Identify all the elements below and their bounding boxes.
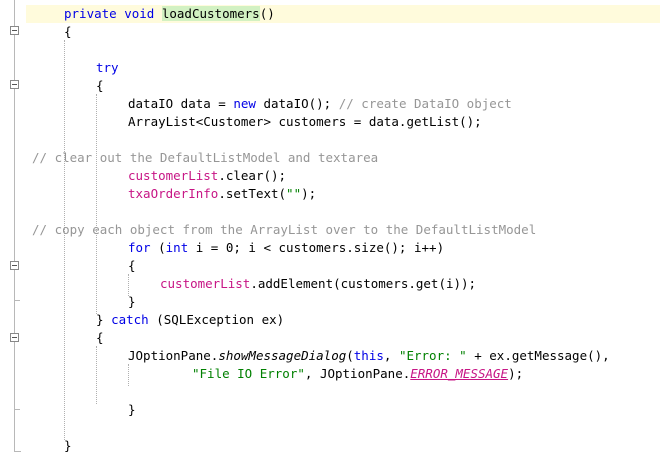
code-line[interactable]: try (96, 59, 119, 77)
code-token: { (128, 258, 136, 273)
code-token: { (64, 24, 72, 39)
code-token: { (96, 78, 104, 93)
code-token: int (165, 240, 189, 255)
code-line[interactable]: { (96, 77, 104, 95)
code-token: loadCustomers (161, 6, 260, 21)
code-token: .clear(); (218, 168, 287, 183)
code-token: () (259, 6, 275, 21)
code-line[interactable]: for (int i = 0; i < customers.size(); i+… (128, 239, 444, 257)
code-line[interactable]: // copy each object from the ArrayList o… (32, 221, 536, 239)
code-token: } (96, 312, 112, 327)
code-token: this (353, 348, 384, 363)
code-token: "" (286, 186, 302, 201)
code-line[interactable]: } catch (SQLException ex) (96, 311, 284, 329)
code-line[interactable]: { (64, 23, 72, 41)
code-token: showMessageDialog (218, 348, 347, 363)
code-line[interactable]: { (128, 257, 136, 275)
code-line[interactable]: ArrayList<Customer> customers = data.get… (128, 113, 482, 131)
code-token: i = 0; i < customers.size(); i++) (188, 240, 445, 255)
code-token: ( (150, 240, 166, 255)
indent-guide (96, 94, 97, 314)
code-line[interactable]: } (128, 401, 136, 419)
code-token: } (128, 294, 136, 309)
indent-guide (96, 346, 97, 404)
code-line[interactable]: private void loadCustomers() (64, 5, 275, 23)
code-token: ); (301, 186, 317, 201)
code-editor[interactable]: private void loadCustomers() { try { dat… (0, 0, 660, 459)
code-token: { (96, 330, 104, 345)
code-line[interactable]: customerList.addElement(customers.get(i)… (160, 275, 476, 293)
code-line[interactable]: { (96, 329, 104, 347)
code-token: dataIO(); (255, 96, 339, 111)
code-token: catch (111, 312, 149, 327)
code-token: customerList (160, 276, 251, 291)
code-token: ERROR_MESSAGE (410, 366, 509, 381)
code-token: ArrayList<Customer> customers = data.get… (128, 114, 482, 129)
indent-guide (128, 364, 129, 386)
code-token: // create DataIO object (338, 96, 512, 111)
code-token: .setText( (218, 186, 287, 201)
code-token: ( (346, 348, 354, 363)
code-line[interactable]: txaOrderInfo.setText(""); (128, 185, 316, 203)
code-token: , (383, 348, 399, 363)
code-line[interactable]: // clear out the DefaultListModel and te… (32, 149, 378, 167)
code-line[interactable]: } (128, 293, 136, 311)
code-token: } (128, 402, 136, 417)
code-token: txaOrderInfo (128, 186, 219, 201)
code-line[interactable]: customerList.clear(); (128, 167, 286, 185)
code-token: + ex.getMessage(), (466, 348, 610, 363)
code-line[interactable]: JOptionPane.showMessageDialog(this, "Err… (128, 347, 610, 365)
code-token: , JOptionPane. (304, 366, 411, 381)
code-line[interactable]: dataIO data = new dataIO(); // create Da… (128, 95, 512, 113)
code-token: ); (508, 366, 524, 381)
code-token: "File IO Error" (192, 366, 305, 381)
code-token: void (124, 6, 155, 21)
code-line[interactable]: "File IO Error", JOptionPane.ERROR_MESSA… (192, 365, 523, 383)
code-token: JOptionPane. (128, 348, 219, 363)
code-token: try (96, 60, 119, 75)
code-token: dataIO data = (128, 96, 234, 111)
code-token: } (64, 438, 72, 453)
code-token: private (64, 6, 117, 21)
code-token: .addElement(customers.get(i)); (250, 276, 477, 291)
code-token: // clear out the DefaultListModel and te… (32, 150, 379, 165)
code-token: for (128, 240, 151, 255)
code-token: "Error: " (398, 348, 467, 363)
code-token: (SQLException ex) (148, 312, 285, 327)
code-token: customerList (128, 168, 219, 183)
code-line[interactable]: } (64, 437, 72, 455)
code-token: new (233, 96, 256, 111)
indent-guide (64, 40, 65, 440)
code-token: // copy each object from the ArrayList o… (32, 222, 537, 237)
